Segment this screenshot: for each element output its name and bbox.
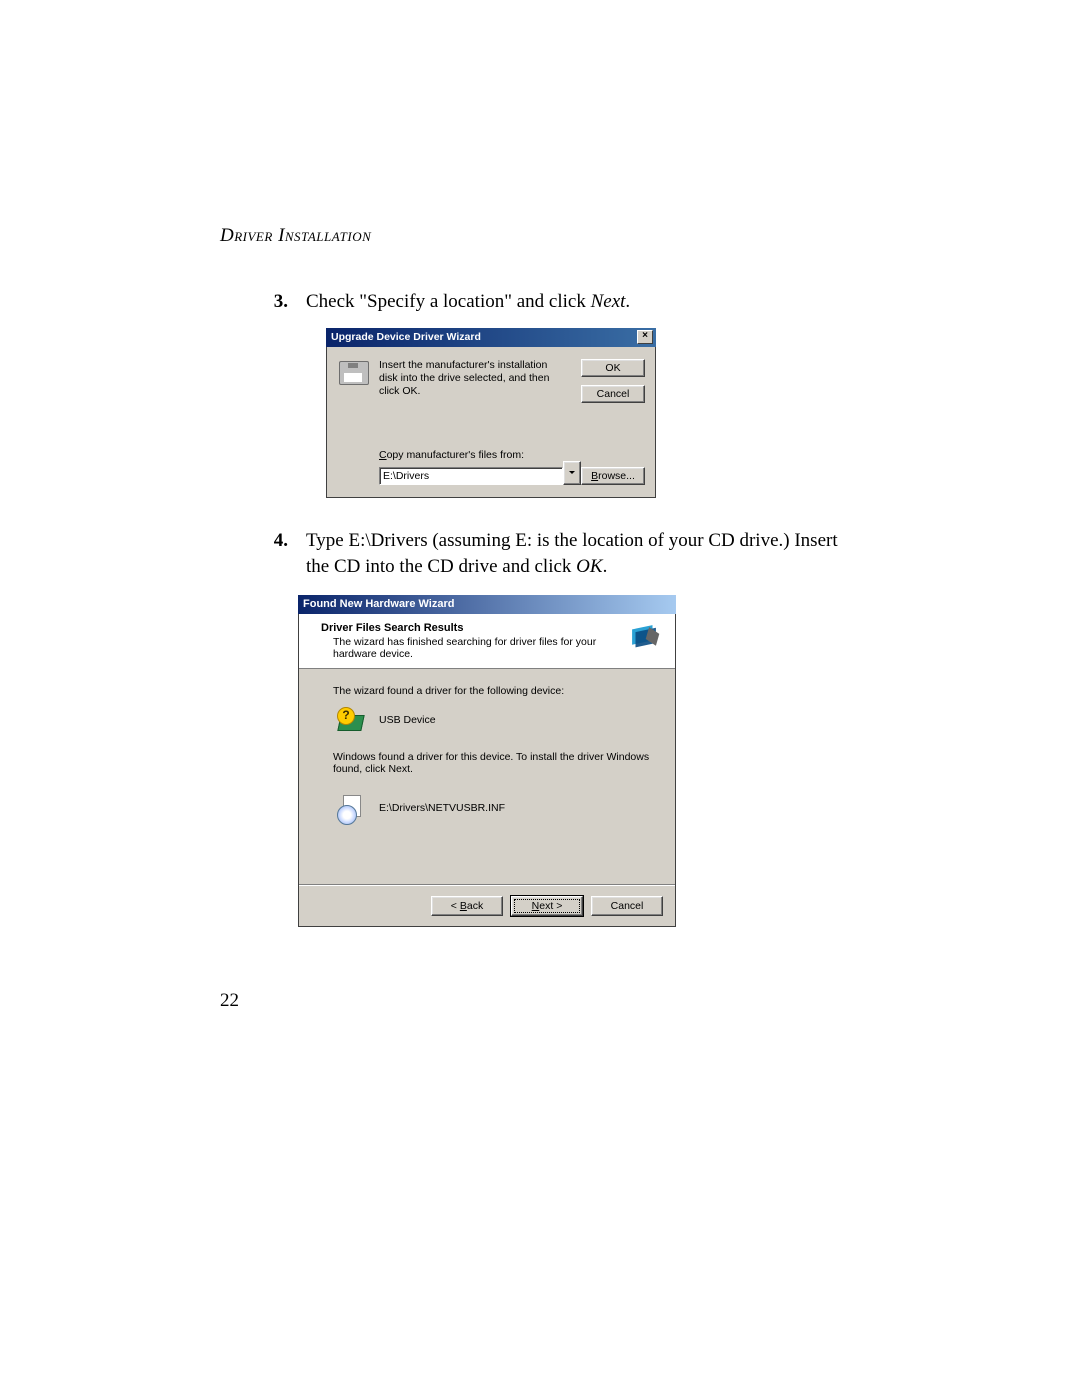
floppy-disk-icon: [339, 361, 369, 385]
upgrade-driver-dialog: Upgrade Device Driver Wizard × Insert th…: [326, 328, 656, 498]
device-row: ? USB Device: [337, 707, 665, 733]
back-button[interactable]: < Back: [431, 896, 503, 916]
chevron-down-icon: [569, 471, 575, 474]
path-input[interactable]: [379, 467, 563, 485]
found-driver-text: The wizard found a driver for the follow…: [333, 685, 665, 697]
dialog1-title: Upgrade Device Driver Wizard: [331, 331, 481, 343]
close-button[interactable]: ×: [637, 330, 653, 344]
step-3-number: 3.: [220, 289, 306, 316]
driver-path: E:\Drivers\NETVUSBR.INF: [379, 802, 505, 814]
unknown-device-icon: ?: [337, 707, 363, 733]
browse-button[interactable]: Browse...: [581, 467, 645, 485]
cancel-button[interactable]: Cancel: [581, 385, 645, 403]
device-name: USB Device: [379, 714, 436, 726]
dropdown-button[interactable]: [563, 461, 581, 485]
section-title: Driver Installation: [220, 225, 860, 247]
step-3: 3. Check "Specify a location" and click …: [220, 289, 860, 316]
dialog1-titlebar: Upgrade Device Driver Wizard ×: [326, 328, 656, 347]
found-new-hardware-dialog: Found New Hardware Wizard Driver Files S…: [298, 595, 676, 927]
copy-from-label: Copy manufacturer's files from:: [379, 449, 524, 461]
step-4-text: Type E:\Drivers (assuming E: is the loca…: [306, 528, 860, 581]
install-instruction-text: Windows found a driver for this device. …: [333, 751, 665, 775]
hardware-wizard-icon: [627, 622, 661, 659]
step-3-text: Check "Specify a location" and click Nex…: [306, 289, 860, 316]
dialog1-message: Insert the manufacturer's installation d…: [379, 359, 559, 398]
cancel-button-2[interactable]: Cancel: [591, 896, 663, 916]
page-number: 22: [220, 990, 239, 1012]
next-button[interactable]: Next >: [511, 896, 583, 916]
inf-file-icon: [337, 795, 363, 821]
banner-title: Driver Files Search Results: [321, 622, 627, 634]
banner-subtitle: The wizard has finished searching for dr…: [333, 636, 627, 660]
driver-row: E:\Drivers\NETVUSBR.INF: [337, 795, 665, 821]
ok-button[interactable]: OK: [581, 359, 645, 377]
dialog2-banner: Driver Files Search Results The wizard h…: [299, 614, 675, 669]
step-4-number: 4.: [220, 528, 306, 581]
step-4: 4. Type E:\Drivers (assuming E: is the l…: [220, 528, 860, 581]
dialog2-titlebar: Found New Hardware Wizard: [298, 595, 676, 614]
